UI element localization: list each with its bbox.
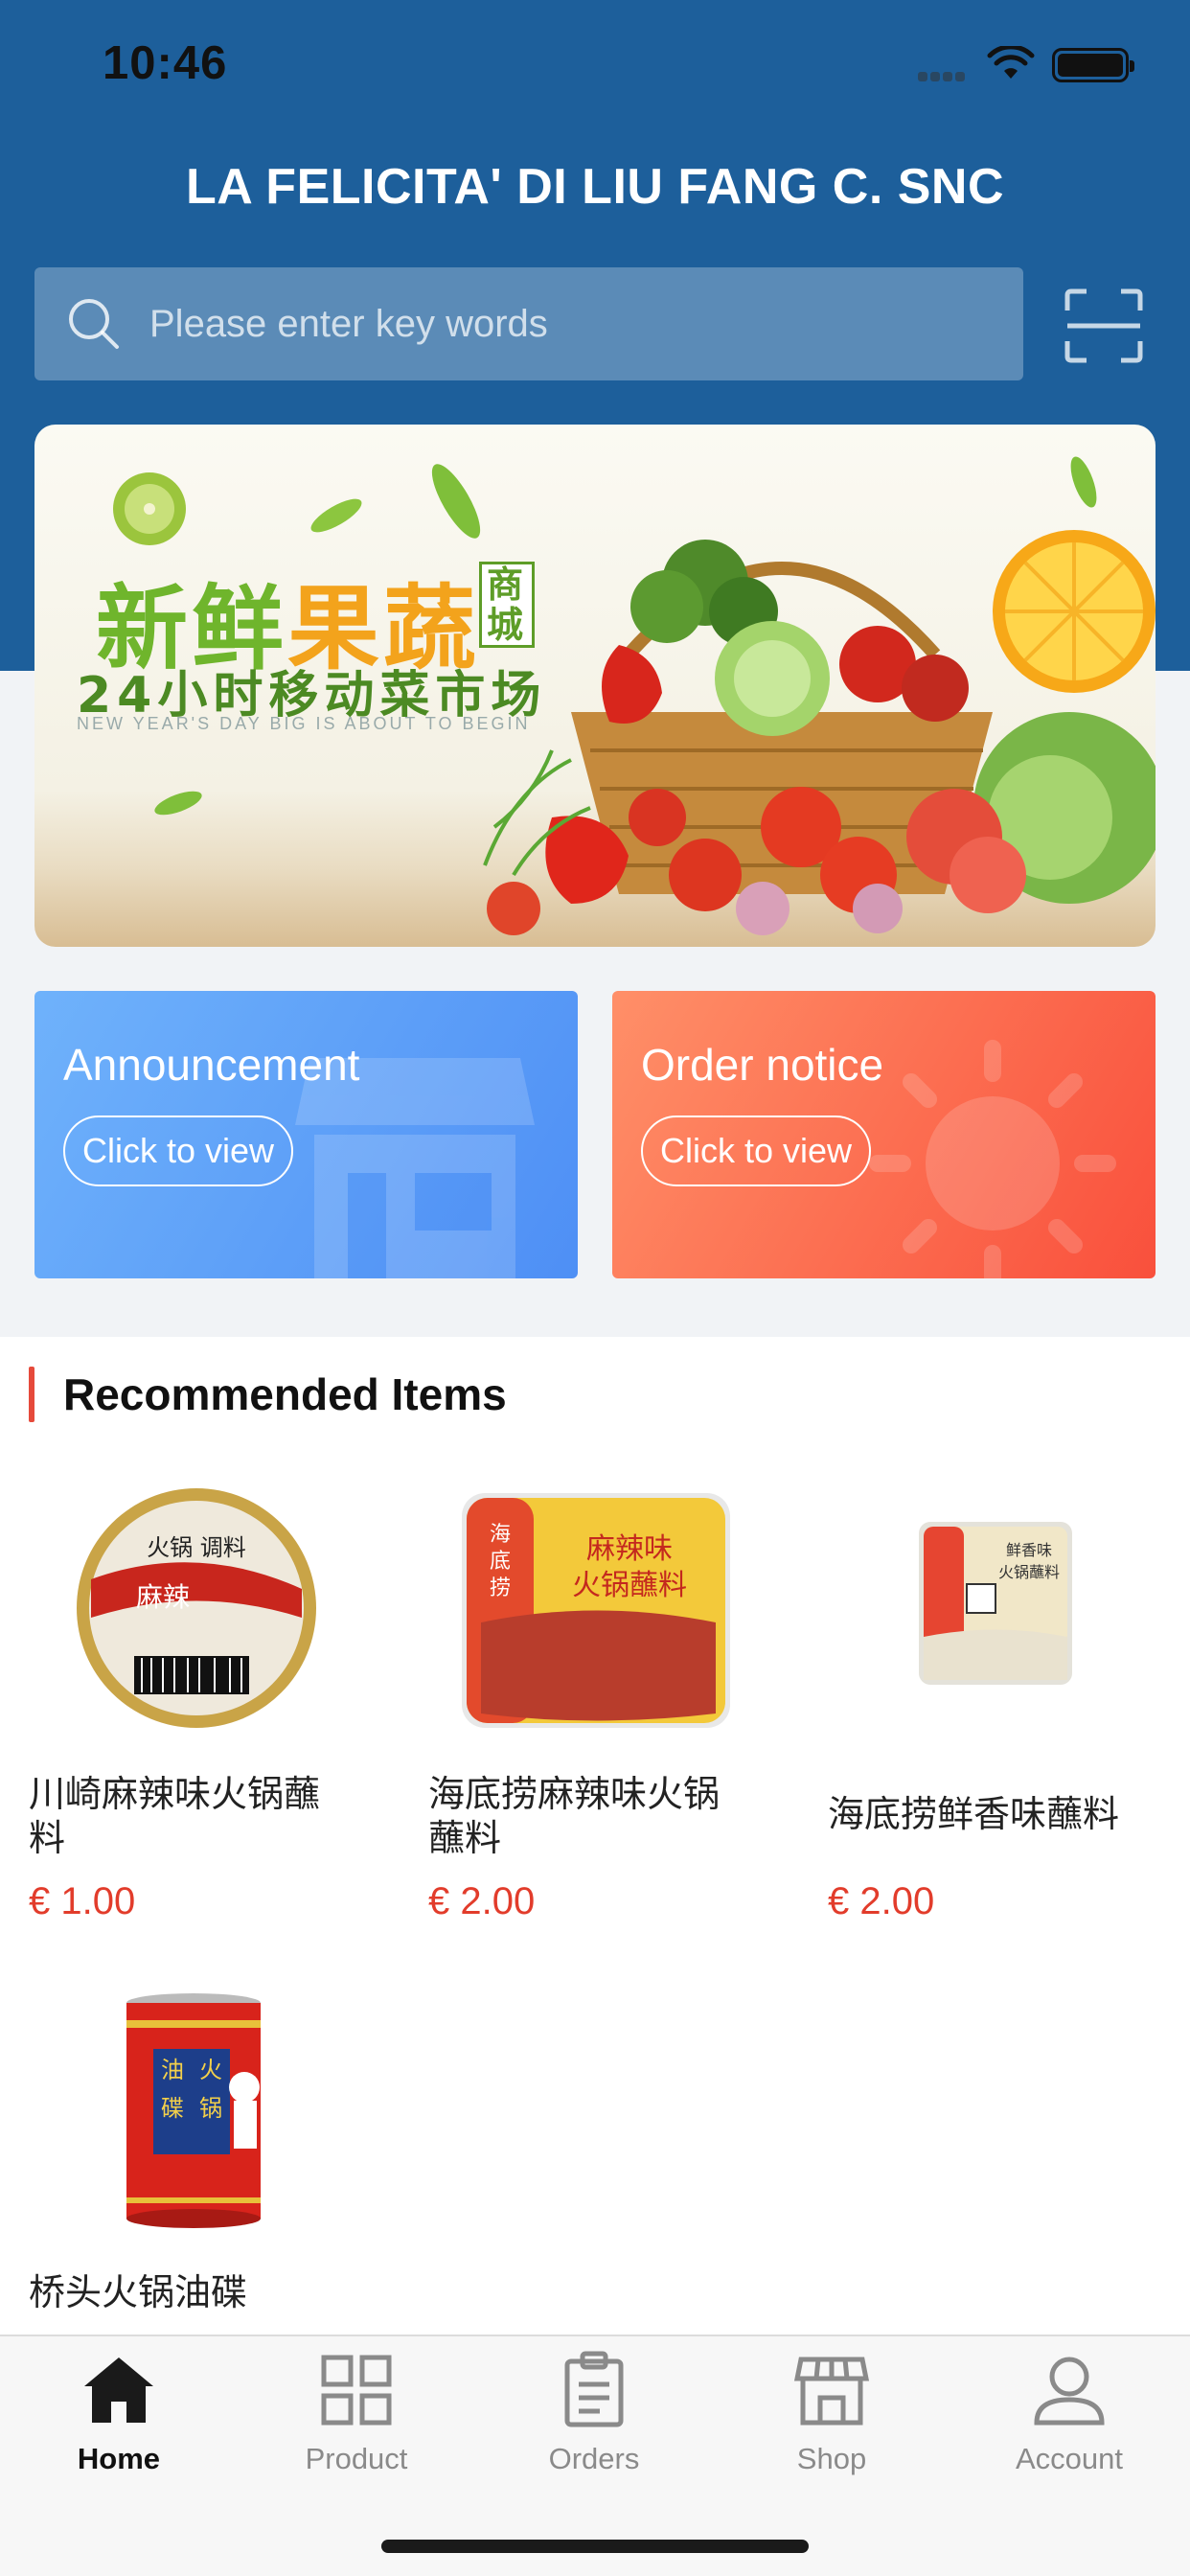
svg-text:火锅蘸料: 火锅蘸料: [998, 1563, 1060, 1581]
product-name: 海底捞鲜香味蘸料: [828, 1795, 1120, 1835]
svg-text:火: 火: [199, 2057, 222, 2083]
section-title: Recommended Items: [63, 1369, 507, 1419]
svg-text:鲜香味: 鲜香味: [1006, 1541, 1052, 1559]
tab-home[interactable]: Home: [23, 2350, 215, 2476]
status-bar: 10:46: [0, 0, 1190, 134]
product-price: € 1.00: [29, 1880, 136, 1922]
product-image: 鲜香味 火锅蘸料: [919, 1522, 1072, 1685]
view-announcement-button[interactable]: Click to view: [63, 1116, 294, 1186]
product-price: € 2.00: [828, 1880, 935, 1922]
search-placeholder: Please enter key words: [149, 302, 548, 345]
sun-icon: [869, 1040, 1116, 1278]
svg-text:海: 海: [490, 1523, 511, 1547]
svg-text:油: 油: [161, 2057, 184, 2083]
clipboard-icon: [564, 2351, 624, 2427]
product-card[interactable]: 油 火 碟 锅 桥头火锅油碟: [29, 1982, 393, 2336]
product-name: 川崎麻辣味火锅蘸料: [29, 1775, 321, 1859]
svg-text:火锅蘸料: 火锅蘸料: [572, 1569, 687, 1602]
tab-product[interactable]: Product: [261, 2350, 452, 2476]
search-input[interactable]: Please enter key words: [34, 267, 1023, 380]
status-time: 10:46: [103, 37, 228, 89]
view-order-notice-button[interactable]: Click to view: [641, 1116, 872, 1186]
banner-headline-c: 商城: [479, 562, 535, 648]
tab-label: Product: [305, 2442, 408, 2475]
tab-orders[interactable]: Orders: [498, 2350, 690, 2476]
svg-text:火锅 调料: 火锅 调料: [147, 1534, 246, 1561]
product-card[interactable]: 火锅 调料 麻辣 川崎麻辣味火锅蘸料 € 1.00: [29, 1484, 393, 1944]
home-indicator[interactable]: [381, 2540, 809, 2553]
tab-label: Orders: [548, 2442, 640, 2475]
wifi-icon: [987, 46, 1035, 79]
tab-shop[interactable]: Shop: [736, 2350, 927, 2476]
product-image: 油 火 碟 锅: [126, 1993, 261, 2228]
tab-account[interactable]: Account: [973, 2350, 1165, 2476]
home-icon: [84, 2358, 153, 2423]
tab-label: Home: [77, 2442, 161, 2475]
page-title: LA FELICITA' DI LIU FANG C. SNC: [185, 159, 1005, 215]
svg-text:底: 底: [490, 1550, 511, 1574]
cellular-signal-icon: [918, 69, 972, 81]
store-icon: [793, 2357, 870, 2426]
svg-text:麻辣: 麻辣: [136, 1581, 190, 1613]
recommended-header: Recommended Items: [0, 1359, 1190, 1436]
banner-caption: NEW YEAR'S DAY BIG IS ABOUT TO BEGIN: [77, 714, 531, 733]
section-accent-bar: [29, 1367, 34, 1422]
grid-icon: [321, 2355, 392, 2426]
tab-label: Account: [1015, 2442, 1123, 2475]
product-image: 海 底 捞 麻辣味 火锅蘸料: [462, 1493, 730, 1728]
scan-icon[interactable]: [1064, 288, 1144, 364]
person-icon: [1034, 2357, 1105, 2426]
svg-text:锅: 锅: [199, 2095, 222, 2122]
promo-banner[interactable]: 新鲜果蔬 商城 24小时移动菜市场 NEW YEAR'S DAY BIG IS A…: [34, 425, 1156, 947]
announcement-card[interactable]: Announcement Click to view: [34, 991, 578, 1278]
product-card[interactable]: 海 底 捞 麻辣味 火锅蘸料 海底捞麻辣味火锅蘸料 € 2.00: [428, 1484, 792, 1944]
order-notice-card[interactable]: Order notice Click to view: [612, 991, 1156, 1278]
product-card[interactable]: 鲜香味 火锅蘸料 海底捞鲜香味蘸料 € 2.00: [828, 1484, 1190, 1944]
product-image: 火锅 调料 麻辣: [77, 1488, 316, 1728]
svg-text:捞: 捞: [490, 1576, 511, 1600]
tab-label: Shop: [796, 2442, 867, 2475]
product-name: 海底捞麻辣味火锅蘸料: [428, 1775, 721, 1859]
card-title: Order notice: [641, 1040, 884, 1090]
product-price: € 2.00: [428, 1880, 536, 1922]
search-icon: [69, 299, 119, 349]
svg-text:碟: 碟: [161, 2095, 184, 2122]
card-title: Announcement: [63, 1040, 360, 1090]
product-name: 桥头火锅油碟: [29, 2273, 248, 2313]
battery-icon: [1052, 48, 1134, 82]
svg-text:麻辣味: 麻辣味: [586, 1532, 673, 1566]
